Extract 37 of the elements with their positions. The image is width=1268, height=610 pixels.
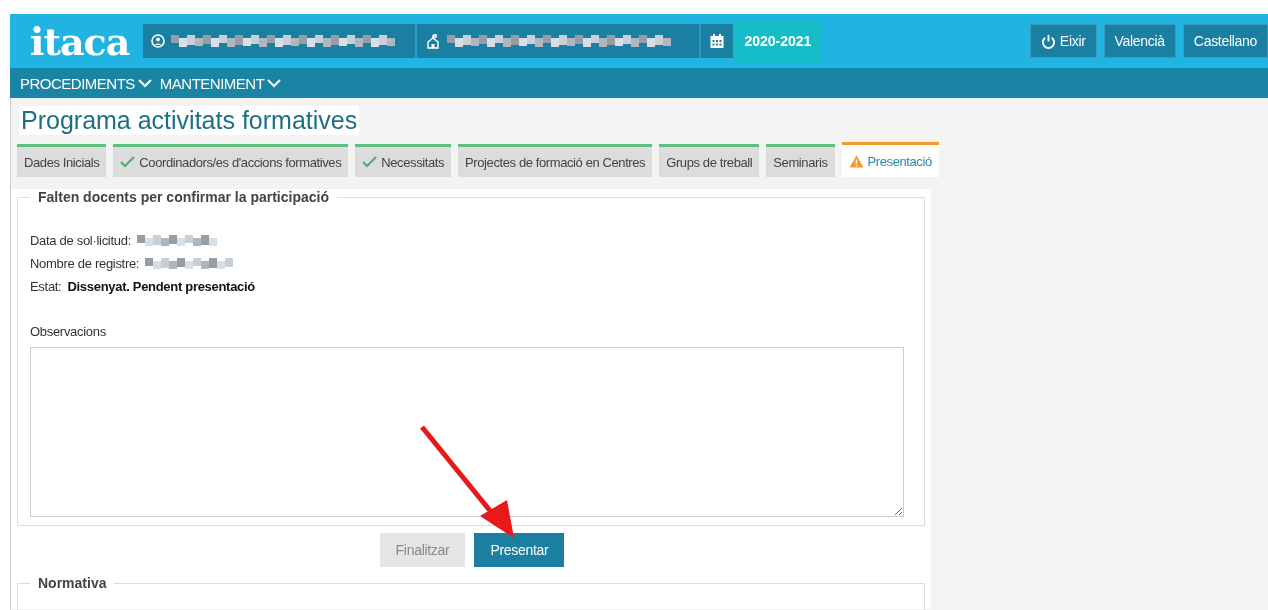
field-label: Estat: bbox=[30, 279, 62, 294]
observations-field[interactable] bbox=[30, 347, 904, 517]
submit-button[interactable]: Presentar bbox=[474, 533, 565, 567]
tab[interactable]: Seminaris bbox=[766, 144, 835, 177]
tab[interactable]: Dades Inicials bbox=[17, 144, 107, 177]
logo: itaca bbox=[30, 18, 130, 64]
blurred-text-icon bbox=[447, 35, 672, 47]
tab[interactable]: Grups de treball bbox=[659, 144, 760, 177]
tab[interactable]: Projectes de formació en Centres bbox=[458, 144, 653, 177]
user-icon bbox=[151, 34, 166, 48]
school-icon bbox=[425, 33, 442, 49]
calendar-icon bbox=[709, 33, 726, 49]
tab[interactable]: Coordinadors/es d'accions formatives bbox=[113, 144, 349, 177]
tab[interactable]: Necessitats bbox=[355, 144, 452, 177]
warning-icon bbox=[848, 154, 864, 168]
field-label: Nombre de registre: bbox=[30, 256, 140, 271]
field-label: Observacions bbox=[30, 324, 107, 339]
chevron-icon bbox=[267, 78, 282, 88]
blurred-text-icon bbox=[145, 258, 236, 269]
language-button[interactable]: Castellano bbox=[1182, 24, 1268, 58]
page-title: Programa activitats formatives bbox=[19, 106, 360, 135]
tab[interactable]: Presentació bbox=[841, 142, 939, 177]
power-icon bbox=[1040, 33, 1056, 49]
menu-item[interactable]: MANTENIMENT bbox=[159, 74, 282, 92]
blurred-text-icon bbox=[136, 235, 217, 246]
section-legend: Normativa bbox=[30, 575, 115, 591]
check-icon bbox=[362, 156, 378, 168]
check-icon bbox=[120, 156, 136, 168]
field-value: Dissenyat. Pendent presentació bbox=[67, 279, 255, 294]
language-button[interactable]: Valencià bbox=[1103, 24, 1176, 58]
blurred-text-icon bbox=[171, 35, 396, 47]
menu-item[interactable]: PROCEDIMENTS bbox=[20, 74, 152, 92]
field-label: Data de sol·licitud: bbox=[30, 233, 131, 248]
school-year: 2020-2021 bbox=[733, 19, 823, 63]
logout-button[interactable]: Eixir bbox=[1029, 24, 1097, 58]
chevron-icon bbox=[137, 78, 152, 88]
section-legend: Falten docents per confirmar la participació bbox=[30, 189, 337, 205]
